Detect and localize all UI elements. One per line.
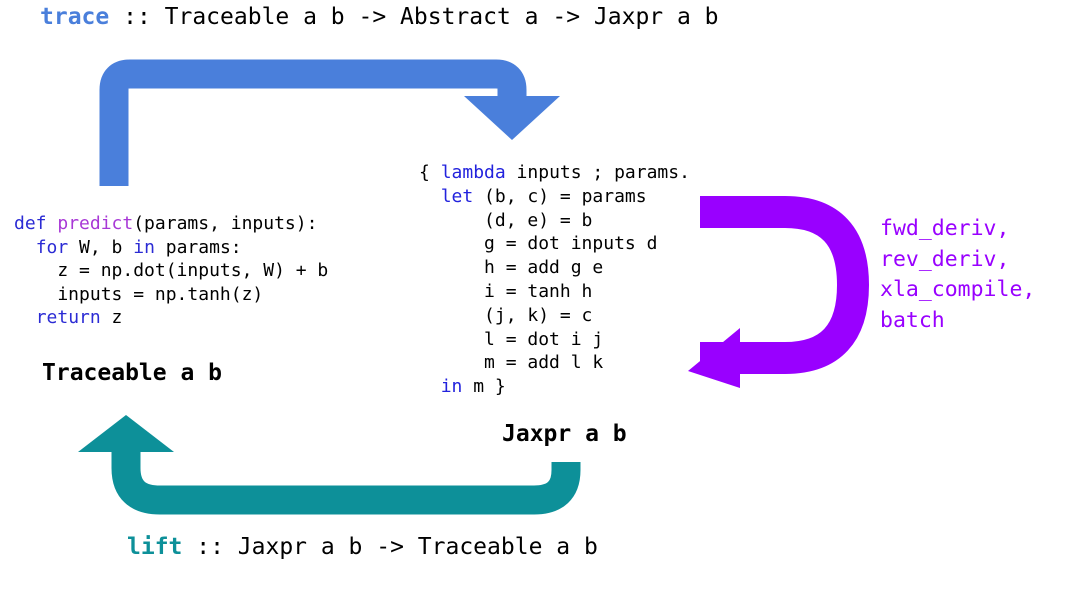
python-code-block: def predict(params, inputs): for W, b in… <box>14 212 328 330</box>
python-code-line: for W, b in params: <box>14 236 328 260</box>
code-token: for <box>35 236 69 258</box>
code-token: def <box>14 213 58 234</box>
code-token: h = add g e <box>419 257 604 279</box>
label-jaxpr-a-b: Jaxpr a b <box>502 421 627 447</box>
jaxpr-code-line: g = dot inputs d <box>419 232 690 256</box>
code-token: (j, k) = c <box>419 304 593 326</box>
code-token: m = add l k <box>419 352 604 374</box>
code-token: z = np.dot(inputs, W) + b <box>14 260 329 281</box>
code-token: (d, e) = b <box>419 209 593 231</box>
jaxpr-code-line: m = add l k <box>419 351 690 375</box>
code-token: in <box>133 236 155 258</box>
code-token: { <box>419 162 441 183</box>
lift-signature: lift :: Jaxpr a b -> Traceable a b <box>127 534 598 560</box>
label-traceable-a-b: Traceable a b <box>42 360 223 386</box>
trace-signature: trace :: Traceable a b -> Abstract a -> … <box>40 4 719 30</box>
jaxpr-code-line: let (b, c) = params <box>419 185 690 209</box>
python-code-line: def predict(params, inputs): <box>14 212 328 236</box>
transform-list: fwd_deriv, rev_deriv, xla_compile,batch <box>880 214 1035 336</box>
trace-signature-rest: :: Traceable a b -> Abstract a -> Jaxpr … <box>109 4 719 30</box>
transform-item: rev_deriv, <box>880 246 1010 272</box>
code-token: params: <box>154 236 242 258</box>
python-code-line: z = np.dot(inputs, W) + b <box>14 259 328 283</box>
jaxpr-code-block: { lambda inputs ; params. let (b, c) = p… <box>419 161 690 399</box>
transform-item: fwd_deriv, <box>880 216 1010 241</box>
code-token: let <box>440 185 474 207</box>
code-token: g = dot inputs d <box>419 233 658 255</box>
code-token: lambda <box>440 162 506 183</box>
transform-item: xla_compile, <box>880 277 1036 302</box>
jaxpr-code-line: in m } <box>419 375 690 399</box>
jaxpr-code-line: { lambda inputs ; params. <box>419 161 690 185</box>
jaxpr-code-line: i = tanh h <box>419 280 690 304</box>
lift-arrow <box>78 415 581 515</box>
code-token: i = tanh h <box>419 280 593 302</box>
code-token: l = dot i j <box>419 328 604 350</box>
code-token: (b, c) = params <box>473 185 647 207</box>
transform-item: batch <box>880 307 945 333</box>
jaxpr-code-line: (d, e) = b <box>419 209 690 233</box>
python-code-line: inputs = np.tanh(z) <box>14 283 328 307</box>
code-token: inputs = np.tanh(z) <box>14 283 264 305</box>
code-token: m } <box>462 376 506 398</box>
diagram-canvas: trace :: Traceable a b -> Abstract a -> … <box>0 0 1066 591</box>
python-code-line: return z <box>14 306 328 330</box>
code-token: return <box>35 307 101 328</box>
transform-loop-arrow <box>688 196 869 388</box>
code-token: predict <box>57 213 134 234</box>
lift-keyword: lift <box>127 534 183 560</box>
trace-keyword: trace <box>40 4 110 30</box>
code-token: W, b <box>68 236 134 258</box>
jaxpr-code-line: (j, k) = c <box>419 304 690 328</box>
code-token: z <box>100 307 123 328</box>
jaxpr-code-line: h = add g e <box>419 256 690 280</box>
code-token: (params, inputs): <box>133 213 318 234</box>
jaxpr-code-line: l = dot i j <box>419 328 690 352</box>
code-token: in <box>440 376 463 398</box>
lift-signature-rest: :: Jaxpr a b -> Traceable a b <box>182 534 598 560</box>
code-token: inputs ; params. <box>505 162 690 183</box>
